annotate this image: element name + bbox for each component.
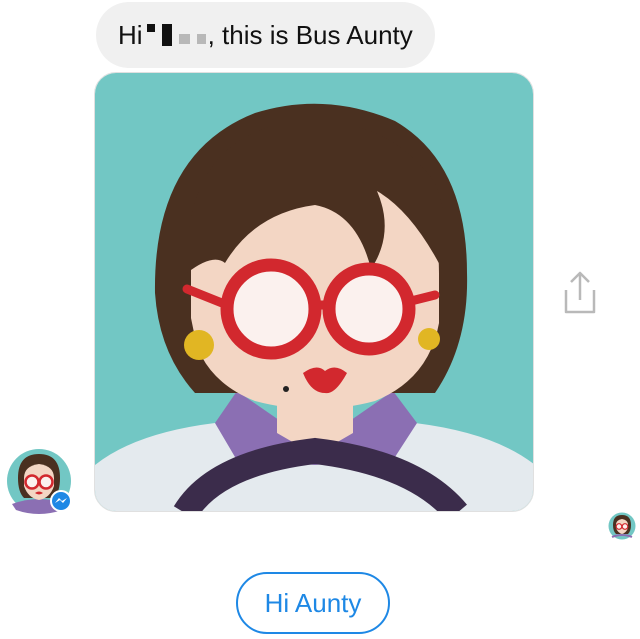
- messenger-badge-icon: [50, 490, 72, 512]
- greeting-prefix: Hi: [118, 19, 143, 50]
- greeting-suffix: , this is Bus Aunty: [207, 19, 413, 50]
- quick-reply-hi-aunty-button[interactable]: Hi Aunty: [236, 572, 390, 634]
- read-receipt-avatar: [608, 512, 636, 540]
- greeting-message-bubble: Hi , this is Bus Aunty: [96, 2, 435, 68]
- bus-aunty-image[interactable]: [94, 72, 534, 512]
- share-icon[interactable]: [560, 268, 600, 316]
- sender-avatar[interactable]: [6, 448, 72, 514]
- redacted-name: [146, 24, 206, 46]
